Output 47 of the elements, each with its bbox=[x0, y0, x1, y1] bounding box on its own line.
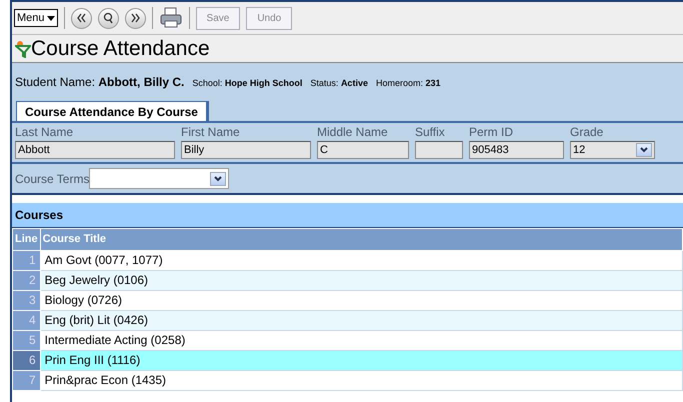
line-number: 4 bbox=[12, 310, 40, 330]
funnel-icon bbox=[15, 40, 31, 58]
text-field[interactable]: Billy bbox=[181, 141, 311, 159]
table-cell: Eng (brit) Lit (0426) bbox=[40, 310, 682, 330]
course-row[interactable]: 1 Am Govt (0077, 1077) bbox=[12, 250, 682, 270]
printer-icon[interactable] bbox=[158, 7, 183, 29]
table-cell: Prin Eng III (1116) bbox=[40, 350, 682, 370]
field-label: Perm ID bbox=[469, 124, 514, 141]
table-cell: Biology (0726) bbox=[40, 290, 682, 310]
student-info: Homeroom: 231 bbox=[376, 77, 440, 90]
table-cell: Am Govt (0077, 1077) bbox=[40, 250, 682, 270]
line-number: 6 bbox=[12, 350, 40, 370]
section-header: Courses bbox=[12, 203, 683, 228]
course-row[interactable]: 3 Biology (0726) bbox=[12, 290, 682, 310]
field-label: Middle Name bbox=[317, 124, 389, 141]
text-field[interactable] bbox=[415, 141, 463, 159]
line-number: 3 bbox=[12, 290, 40, 310]
caret-icon[interactable] bbox=[46, 16, 55, 20]
course-row[interactable]: 7 Prin&prac Econ (1435) bbox=[12, 370, 682, 390]
table-cell: Beg Jewelry (0106) bbox=[40, 270, 682, 290]
course-row[interactable]: 4 Eng (brit) Lit (0426) bbox=[12, 310, 682, 330]
grade-dropdown[interactable]: 12 bbox=[570, 141, 655, 159]
menu-dropdown[interactable]: Menu bbox=[14, 9, 58, 27]
field-label: First Name bbox=[181, 124, 241, 141]
field-label: Last Name bbox=[15, 124, 74, 141]
text-field[interactable]: Abbott bbox=[15, 141, 175, 159]
course-row[interactable]: 6 Prin Eng III (1116) bbox=[12, 350, 682, 370]
line-number: 7 bbox=[12, 370, 40, 390]
column-header: Course Title bbox=[40, 228, 682, 250]
line-number: 5 bbox=[12, 330, 40, 350]
field-label: Grade bbox=[570, 124, 604, 141]
course-row[interactable]: 2 Beg Jewelry (0106) bbox=[12, 270, 682, 290]
text-field[interactable]: C bbox=[317, 141, 409, 159]
line-number: 1 bbox=[12, 250, 40, 270]
field-label: Suffix bbox=[415, 124, 446, 141]
text-field[interactable]: 905483 bbox=[469, 141, 564, 159]
student-info: School: Hope High School bbox=[192, 77, 302, 90]
table-cell: Prin&prac Econ (1435) bbox=[40, 370, 682, 390]
field-label: Course Terms bbox=[15, 170, 90, 188]
student-info: Status: Active bbox=[310, 77, 368, 90]
line-number: 2 bbox=[12, 270, 40, 290]
table-cell: Intermediate Acting (0258) bbox=[40, 330, 682, 350]
student-info: Student Name: Abbott, Billy C. bbox=[15, 74, 184, 91]
course-row[interactable]: 5 Intermediate Acting (0258) bbox=[12, 330, 682, 350]
column-header: Line bbox=[12, 228, 40, 250]
page-title: Course Attendance bbox=[31, 38, 210, 59]
tab[interactable]: Course Attendance By Course bbox=[16, 101, 209, 121]
